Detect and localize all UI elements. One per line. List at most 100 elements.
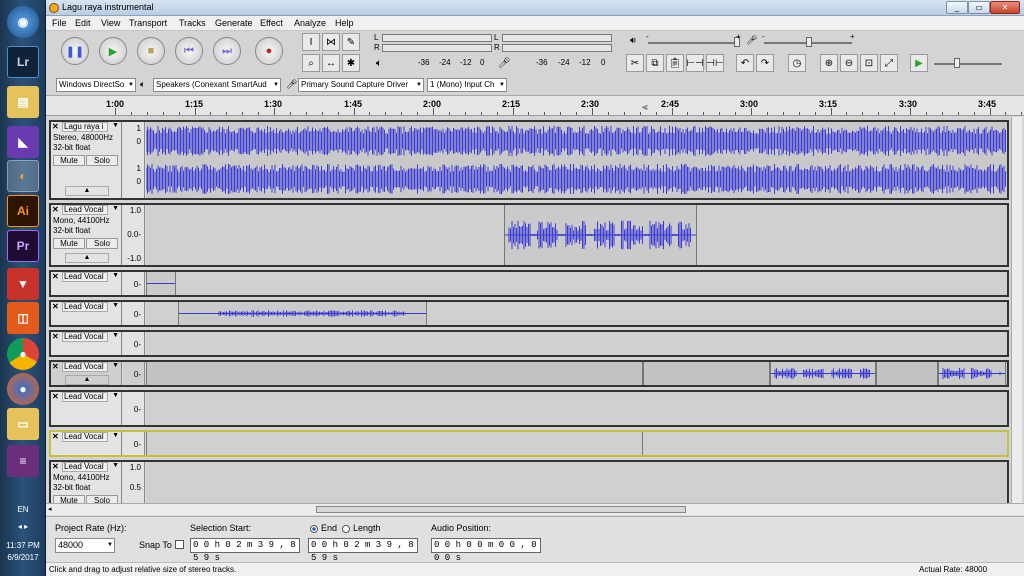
selection-end-time[interactable]: 0 0 h 0 2 m 3 9 , 8 5 9 s: [308, 538, 418, 563]
selection-tool-icon[interactable]: I: [302, 33, 320, 51]
minimize-button[interactable]: _: [946, 1, 968, 14]
start-button[interactable]: ◉: [7, 6, 39, 38]
menu-transport[interactable]: Transport: [129, 18, 167, 28]
menu-view[interactable]: View: [101, 18, 120, 28]
zoom-out-icon[interactable]: ⊖: [840, 54, 858, 72]
track-name-button[interactable]: Lead Vocal: [62, 462, 108, 472]
illustrator-icon[interactable]: Ai: [7, 195, 39, 227]
playback-meter-bar-r[interactable]: [502, 44, 612, 52]
playback-meter-bar-l[interactable]: [502, 34, 612, 42]
maximize-button[interactable]: ▭: [968, 1, 990, 14]
record-button[interactable]: ●: [255, 37, 283, 65]
waveform-area[interactable]: [146, 462, 1007, 503]
input-device-select[interactable]: Primary Sound Capture Driver: [298, 78, 424, 92]
office-icon[interactable]: ◫: [7, 302, 39, 334]
horizontal-scrollbar[interactable]: ◂: [46, 503, 1024, 515]
length-radio[interactable]: [342, 525, 350, 533]
track-menu-icon[interactable]: ▼: [112, 432, 119, 439]
solo-button[interactable]: Solo: [86, 155, 118, 166]
trim-icon[interactable]: ⊢⊣: [686, 54, 704, 72]
track-lagu-raya[interactable]: ✕ Lagu raya i ▼ Stereo, 48000Hz 32-bit f…: [49, 120, 1009, 200]
waveform-area[interactable]: [146, 272, 1007, 295]
menu-analyze[interactable]: Analyze: [294, 18, 326, 28]
track-menu-icon[interactable]: ▼: [112, 272, 119, 279]
audio-clip[interactable]: [504, 205, 697, 265]
track-lead-vocal-8[interactable]: ✕ Lead Vocal ▼ Mono, 44100Hz 32-bit floa…: [49, 460, 1009, 503]
audio-clip[interactable]: [643, 362, 770, 385]
paste-icon[interactable]: 📋︎: [666, 54, 684, 72]
close-track-icon[interactable]: ✕: [52, 302, 61, 312]
output-device-select[interactable]: Speakers (Conexant SmartAud: [153, 78, 281, 92]
stop-button[interactable]: ■: [137, 37, 165, 65]
audio-clip[interactable]: [770, 362, 876, 385]
waveform-area[interactable]: [146, 205, 1007, 265]
waveform-area[interactable]: [146, 362, 1007, 385]
record-meter-bar-l[interactable]: [382, 34, 492, 42]
firefox-icon[interactable]: ●: [7, 373, 39, 405]
menu-effect[interactable]: Effect: [260, 18, 283, 28]
audio-position-time[interactable]: 0 0 h 0 0 m 0 0 , 0 0 0 s: [431, 538, 541, 563]
audio-host-select[interactable]: Windows DirectSo: [56, 78, 136, 92]
track-menu-icon[interactable]: ▼: [112, 302, 119, 309]
folder-icon[interactable]: ▭: [7, 408, 39, 440]
winrar-icon[interactable]: ≡: [7, 445, 39, 477]
scrollbar-thumb[interactable]: [316, 506, 686, 513]
close-track-icon[interactable]: ✕: [52, 392, 61, 402]
play-button[interactable]: ▶: [99, 37, 127, 65]
zoom-tool-icon[interactable]: ⌕: [302, 54, 320, 72]
visual-studio-icon[interactable]: ◣: [7, 126, 39, 158]
lightroom-icon[interactable]: Lr: [7, 46, 39, 78]
input-volume-knob[interactable]: [806, 37, 812, 47]
waveform-area[interactable]: [146, 302, 1007, 325]
zoom-in-icon[interactable]: ⊕: [820, 54, 838, 72]
input-channels-select[interactable]: 1 (Mono) Input Ch: [427, 78, 507, 92]
track-name-button[interactable]: Lead Vocal: [62, 432, 108, 442]
record-meter-bar-r[interactable]: [382, 44, 492, 52]
track-name-button[interactable]: Lead Vocal: [62, 205, 108, 215]
menu-edit[interactable]: Edit: [75, 18, 91, 28]
fit-project-icon[interactable]: ⤢: [880, 54, 898, 72]
selection-start-time[interactable]: 0 0 h 0 2 m 3 9 , 8 5 9 s: [190, 538, 300, 563]
track-name-button[interactable]: Lead Vocal: [62, 272, 108, 282]
mic-icon[interactable]: 🎤︎: [498, 58, 511, 69]
file-explorer-icon[interactable]: ▤: [7, 86, 39, 118]
close-track-icon[interactable]: ✕: [52, 122, 61, 132]
solo-button[interactable]: Solo: [86, 495, 118, 503]
track-name-button[interactable]: Lead Vocal: [62, 362, 108, 372]
premiere-icon[interactable]: Pr: [7, 230, 39, 262]
speaker-icon[interactable]: 🔈︎: [376, 58, 382, 69]
track-lead-vocal-7[interactable]: ✕ Lead Vocal ▼ 0-: [49, 430, 1009, 457]
track-menu-icon[interactable]: ▼: [112, 462, 119, 469]
collapse-track-button[interactable]: ▲: [65, 375, 109, 385]
track-lead-vocal-6[interactable]: ✕ Lead Vocal ▼ 0-: [49, 390, 1009, 427]
waveform-area[interactable]: [146, 392, 1007, 425]
track-name-button[interactable]: Lead Vocal: [62, 332, 108, 342]
track-lead-vocal-5[interactable]: ✕ Lead Vocal ▼ ▲ 0-: [49, 360, 1009, 387]
track-menu-icon[interactable]: ▼: [112, 122, 119, 129]
audio-clip[interactable]: [178, 302, 427, 325]
cut-icon[interactable]: ✂: [626, 54, 644, 72]
fit-selection-icon[interactable]: ⊡: [860, 54, 878, 72]
waveform-area[interactable]: [146, 432, 1007, 455]
silence-icon[interactable]: ⊣⊢: [706, 54, 724, 72]
draw-tool-icon[interactable]: ✎: [342, 33, 360, 51]
multi-tool-icon[interactable]: ✱: [342, 54, 360, 72]
mute-button[interactable]: Mute: [53, 155, 85, 166]
vertical-scrollbar[interactable]: [1011, 117, 1022, 503]
clock-date[interactable]: 6/9/2017: [0, 553, 46, 562]
redo-icon[interactable]: ↷: [756, 54, 774, 72]
close-button[interactable]: ✕: [990, 1, 1020, 14]
close-track-icon[interactable]: ✕: [52, 362, 61, 372]
scroll-left-icon[interactable]: ◂: [48, 505, 52, 513]
play-at-speed-icon[interactable]: ▶: [910, 54, 928, 72]
menu-file[interactable]: File: [52, 18, 67, 28]
track-menu-icon[interactable]: ▼: [112, 392, 119, 399]
close-track-icon[interactable]: ✕: [52, 332, 61, 342]
undo-icon[interactable]: ↶: [736, 54, 754, 72]
mute-button[interactable]: Mute: [53, 495, 85, 503]
collapse-track-button[interactable]: ▲: [65, 253, 109, 263]
skip-to-start-button[interactable]: ⏮: [175, 37, 203, 65]
sync-lock-icon[interactable]: ◷: [788, 54, 806, 72]
end-radio[interactable]: [310, 525, 318, 533]
envelope-tool-icon[interactable]: ⋈: [322, 33, 340, 51]
